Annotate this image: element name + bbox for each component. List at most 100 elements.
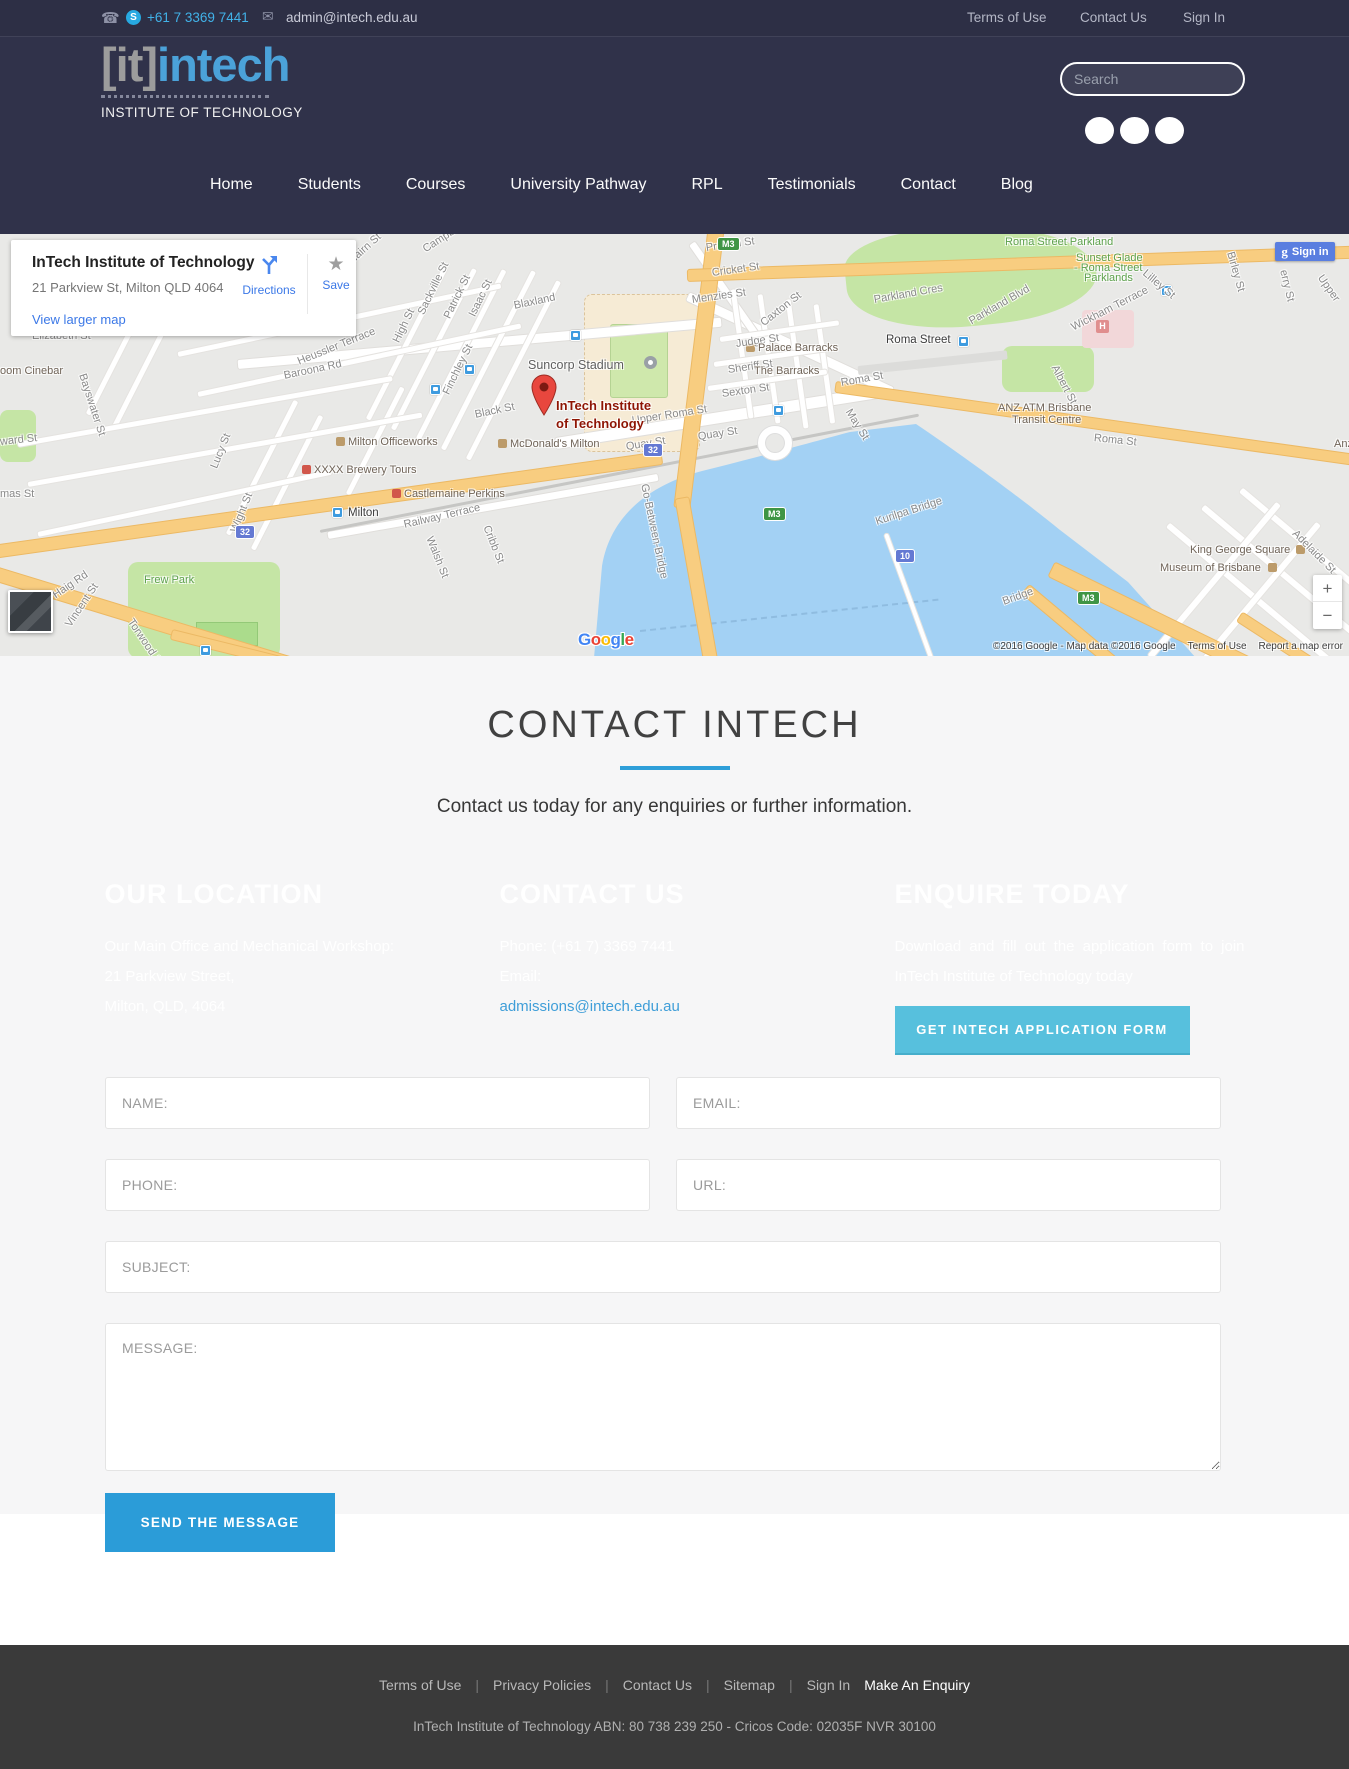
google-logo-letter: g (611, 630, 621, 649)
logo-dotted-rule (101, 95, 269, 98)
star-icon: ★ (327, 254, 344, 275)
map-label-poi: King George Square (1190, 544, 1290, 556)
nav-rpl[interactable]: RPL (691, 176, 722, 194)
column-enquire-today: ENQUIRE TODAY Download and fill out the … (895, 878, 1245, 1055)
name-input[interactable] (105, 1077, 650, 1129)
transit-icon (570, 330, 581, 341)
google-signin-button[interactable]: g Sign in (1275, 242, 1335, 261)
transit-icon (200, 645, 211, 656)
admissions-email-link[interactable]: admissions@intech.edu.au (500, 992, 680, 1022)
officeworks-icon (336, 437, 345, 446)
site-footer: Terms of Use | Privacy Policies | Contac… (0, 1645, 1349, 1769)
nav-testimonials[interactable]: Testimonials (768, 176, 856, 194)
url-input[interactable] (676, 1159, 1221, 1211)
page-subtitle: Contact us today for any enquiries or fu… (0, 796, 1349, 818)
google-logo-letter: o (591, 630, 601, 649)
column-contact-us: CONTACT US Phone: (+61 7) 3369 7441 Emai… (500, 878, 850, 1055)
map-label-station: Roma Street (886, 334, 951, 346)
search-input[interactable] (1074, 71, 1255, 87)
brewery-icon (302, 465, 311, 474)
social-icon-2[interactable] (1120, 117, 1149, 144)
zoom-in-button[interactable]: + (1313, 575, 1342, 602)
map-label-park: Frew Park (144, 574, 194, 586)
google-g-icon: g (1281, 244, 1288, 260)
map-attribution: ©2016 Google - Map data ©2016 Google Ter… (993, 641, 1343, 652)
google-logo: Google (578, 630, 634, 650)
message-textarea[interactable] (105, 1323, 1221, 1471)
mcdonalds-icon (498, 439, 507, 448)
nav-courses[interactable]: Courses (406, 176, 466, 194)
footer-separator: | (475, 1677, 479, 1693)
email-input[interactable] (676, 1077, 1221, 1129)
nav-university-pathway[interactable]: University Pathway (510, 176, 646, 194)
nav-blog[interactable]: Blog (1001, 176, 1033, 194)
route-badge-10: 10 (896, 550, 914, 562)
nav-home[interactable]: Home (210, 176, 253, 194)
map-label-poi: Anz (1334, 438, 1349, 450)
email-icon: ✉ (262, 9, 274, 25)
map-label-poi: Palace Barracks (758, 342, 838, 354)
directions-button[interactable]: Directions (237, 254, 301, 297)
topbar-email[interactable]: admin@intech.edu.au (286, 10, 418, 25)
footer-separator: | (605, 1677, 609, 1693)
map-label: mas St (0, 488, 34, 500)
map-info-card: InTech Institute of Technology 21 Parkvi… (11, 240, 356, 336)
social-icon-3[interactable] (1155, 117, 1184, 144)
map-label-poi: The Barracks (754, 365, 819, 377)
logo-wordmark: [it]intech (101, 40, 303, 90)
get-application-form-button[interactable]: GET INTECH APPLICATION FORM (895, 1006, 1190, 1055)
topbar-link-signin[interactable]: Sign In (1183, 10, 1225, 25)
train-station-icon (332, 507, 343, 518)
map-marker-pin[interactable] (531, 374, 557, 416)
footer-link-terms[interactable]: Terms of Use (379, 1677, 461, 1693)
logo[interactable]: [it]intech INSTITUTE OF TECHNOLOGY (101, 40, 303, 120)
enquire-text: Download and fill out the application fo… (895, 932, 1245, 992)
nav-students[interactable]: Students (298, 176, 361, 194)
map-zoom-control: + − (1313, 575, 1342, 629)
map-terms-link[interactable]: Terms of Use (1188, 641, 1247, 652)
google-map[interactable]: H Pratten St Campbell St Cricket St Nair… (0, 234, 1349, 656)
phone-input[interactable] (105, 1159, 650, 1211)
google-signin-label: Sign in (1292, 246, 1329, 258)
logo-tagline: INSTITUTE OF TECHNOLOGY (101, 105, 303, 120)
nav-contact[interactable]: Contact (901, 176, 956, 194)
footer-abn-line: InTech Institute of Technology ABN: 80 7… (0, 1719, 1349, 1734)
send-message-button[interactable]: SEND THE MESSAGE (105, 1493, 335, 1552)
column-our-location: OUR LOCATION Our Main Office and Mechani… (105, 878, 455, 1055)
map-label-park: Parklands (1084, 272, 1133, 284)
title-underline (620, 766, 730, 770)
map-label-poi: Castlemaine Perkins (404, 488, 505, 500)
map-label-poi: XXXX Brewery Tours (314, 464, 417, 476)
map-report-error-link[interactable]: Report a map error (1259, 641, 1343, 652)
google-logo-letter: G (578, 630, 591, 649)
logo-bracket: [it] (101, 38, 157, 91)
footer-link-contact[interactable]: Contact Us (623, 1677, 692, 1693)
info-columns: OUR LOCATION Our Main Office and Mechani… (105, 878, 1245, 1055)
hospital-icon: H (1096, 320, 1109, 333)
map-label-poi: McDonald's Milton (510, 438, 600, 450)
logo-name: intech (157, 38, 289, 91)
location-line1: Our Main Office and Mechanical Workshop: (105, 932, 455, 962)
satellite-toggle-thumbnail[interactable] (8, 590, 53, 633)
footer-link-signin[interactable]: Sign In (807, 1677, 851, 1693)
directions-label: Directions (237, 283, 301, 297)
skype-icon[interactable]: S (126, 10, 141, 25)
route-badge-m3: M3 (1078, 592, 1099, 604)
map-copyright: ©2016 Google - Map data ©2016 Google (993, 641, 1176, 652)
zoom-out-button[interactable]: − (1313, 602, 1342, 629)
topbar-link-contact[interactable]: Contact Us (1080, 10, 1147, 25)
footer-link-make-enquiry[interactable]: Make An Enquiry (864, 1677, 970, 1693)
subject-input[interactable] (105, 1241, 1221, 1293)
footer-link-sitemap[interactable]: Sitemap (724, 1677, 775, 1693)
site-header: ☎ S +61 7 3369 7441 ✉ admin@intech.edu.a… (0, 0, 1349, 234)
save-label: Save (313, 278, 359, 292)
topbar-phone-number[interactable]: +61 7 3369 7441 (147, 10, 249, 25)
view-larger-map-link[interactable]: View larger map (32, 312, 126, 327)
transit-icon (430, 384, 441, 395)
save-button[interactable]: ★ Save (313, 254, 359, 292)
social-icon-1[interactable] (1085, 117, 1114, 144)
topbar-link-terms[interactable]: Terms of Use (967, 10, 1047, 25)
footer-link-privacy[interactable]: Privacy Policies (493, 1677, 591, 1693)
map-label-poi: Museum of Brisbane (1160, 562, 1261, 574)
search-box[interactable] (1060, 62, 1245, 96)
